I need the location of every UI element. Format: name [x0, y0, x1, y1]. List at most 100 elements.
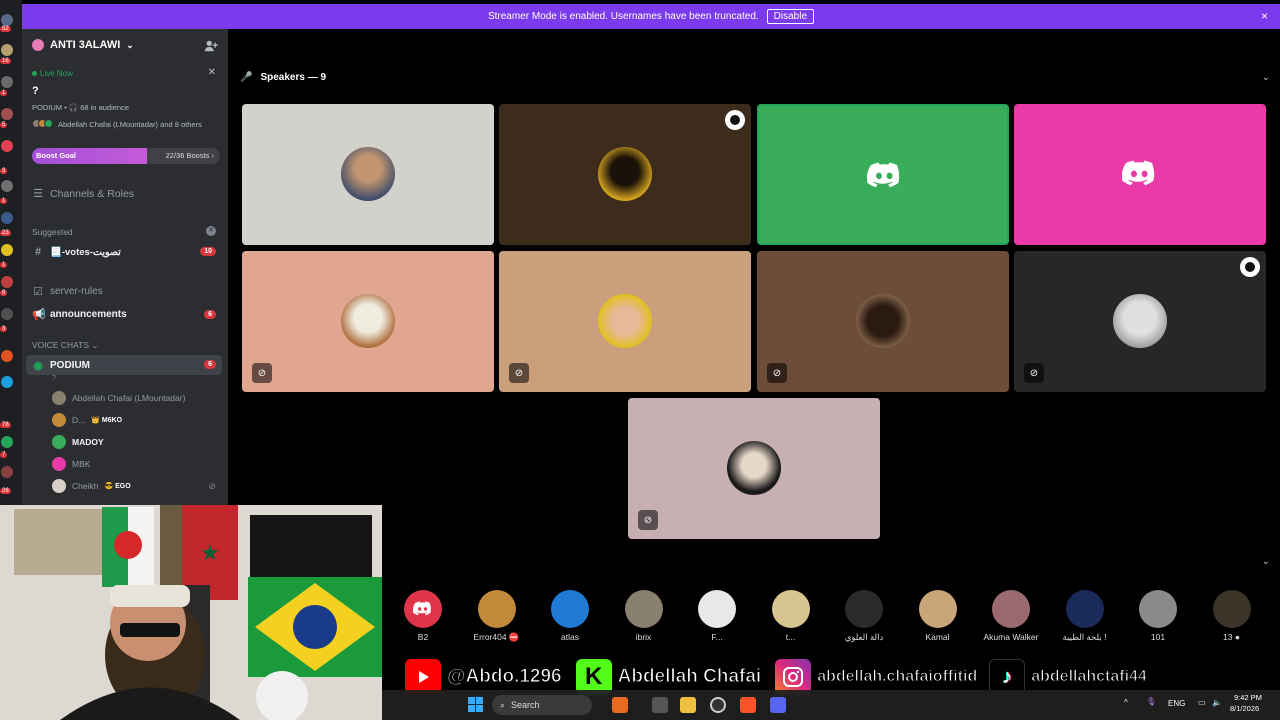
speaker-tile[interactable]: ⊘: [499, 251, 751, 392]
language-indicator[interactable]: ENG: [1168, 699, 1185, 708]
boost-goal-bar[interactable]: Boost Goal 22/36 Boosts ›: [32, 148, 220, 164]
member-name: Cheikh: [72, 481, 99, 491]
audience-member[interactable]: atlas: [540, 590, 600, 642]
speakers-label: Speakers — 9: [260, 72, 327, 83]
kick-handle: Abdellah Chafai: [617, 666, 762, 688]
clock-time[interactable]: 9:42 PM: [1234, 693, 1262, 702]
audience-member[interactable]: Kamal: [908, 590, 968, 642]
network-icon[interactable]: ▭: [1198, 698, 1206, 707]
voice-member[interactable]: MBK: [52, 457, 90, 471]
avatar: [341, 147, 395, 201]
audience-member[interactable]: بلحة الطيبة !: [1055, 590, 1115, 643]
instagram-handle: abdellah.chafaioffitid: [817, 668, 978, 686]
channel-announcements[interactable]: 📢 announcements: [32, 308, 127, 321]
member-tag: 👑 M6KO: [91, 417, 123, 424]
chevron-down-icon: ⌄: [126, 39, 134, 50]
webcam-overlay: ★: [0, 505, 382, 720]
speaker-tile[interactable]: [499, 104, 751, 245]
hashtag-icon: #: [34, 246, 42, 258]
boost-label: Boost Goal: [36, 151, 77, 160]
audience-name: Kamal: [925, 632, 950, 642]
audience-member[interactable]: 101: [1128, 590, 1188, 642]
audience-name: F...: [711, 632, 723, 642]
rail-badge: 1: [0, 198, 8, 204]
server-icon[interactable]: [1, 466, 13, 478]
audience-member[interactable]: t...: [761, 590, 821, 642]
speaker-tile[interactable]: ⊘: [1014, 251, 1266, 392]
audience-name: ibrix: [635, 632, 652, 642]
search-icon: ⌕: [500, 699, 506, 710]
audience-member[interactable]: 13 ●: [1202, 590, 1262, 642]
podium-topic: ?: [52, 375, 56, 382]
channel-votes[interactable]: # 📃-votes-تصويت: [32, 246, 121, 258]
clock-date[interactable]: 8/1/2026: [1230, 704, 1259, 713]
avatar: [856, 294, 910, 348]
invite-member-icon[interactable]: [204, 39, 218, 53]
server-icon[interactable]: [1, 276, 13, 288]
server-icon[interactable]: [1, 14, 13, 26]
server-icon[interactable]: [1, 180, 13, 192]
boost-count: 22/36 Boosts ›: [165, 151, 214, 160]
audience-member[interactable]: B2: [393, 590, 453, 642]
microphone-tray-icon[interactable]: 🎙: [1146, 697, 1156, 706]
avatar: [771, 590, 810, 628]
taskbar-search[interactable]: ⌕ Search: [492, 695, 592, 715]
mic-muted-icon: ⊘: [1024, 363, 1044, 383]
obs-icon[interactable]: [710, 697, 726, 713]
tray-chevron-icon[interactable]: ^: [1124, 698, 1128, 707]
file-explorer-icon[interactable]: [680, 697, 696, 713]
voice-chats-category[interactable]: VOICE CHATS ⌄: [32, 340, 98, 351]
channel-server-rules[interactable]: ☑ server-rules: [32, 285, 103, 298]
speaker-tile[interactable]: [1014, 104, 1266, 245]
volume-icon[interactable]: 🔈: [1212, 698, 1222, 707]
task-view-icon[interactable]: [652, 697, 668, 713]
server-icon[interactable]: [1, 140, 13, 152]
server-icon[interactable]: [1, 436, 13, 448]
rail-badge: 1: [0, 262, 8, 268]
taskbar-app-icon[interactable]: [612, 697, 628, 713]
dismiss-icon[interactable]: ✕: [206, 226, 216, 236]
discord-taskbar-icon[interactable]: [770, 697, 786, 713]
server-icon[interactable]: [1, 212, 13, 224]
voice-member[interactable]: Abdellah Chafai (LMountadar): [52, 391, 185, 405]
server-header[interactable]: ANTI 3ALAWI ⌄: [32, 39, 134, 51]
speaker-tile[interactable]: ⊘: [242, 251, 494, 392]
speaker-tile[interactable]: ⊘: [757, 251, 1009, 392]
voice-member[interactable]: D... 👑 M6KO: [52, 413, 122, 427]
channels-roles-item[interactable]: ☰ Channels & Roles: [32, 187, 134, 201]
server-icon[interactable]: [1, 376, 13, 388]
server-icon[interactable]: [1, 76, 13, 88]
member-name: MBK: [72, 459, 91, 469]
voice-member[interactable]: MADOY: [52, 435, 104, 449]
voice-member[interactable]: Cheikh 😎 EGO: [52, 479, 131, 493]
rules-icon: ☑: [33, 286, 43, 298]
chevron-down-icon[interactable]: ⌄: [1262, 556, 1270, 567]
server-icon[interactable]: [1, 350, 13, 362]
audience-member[interactable]: Error404 ⛔: [467, 590, 527, 643]
windows-start-icon[interactable]: [468, 697, 483, 712]
member-name: MADOY: [72, 437, 104, 447]
server-icon[interactable]: [1, 308, 13, 320]
chevron-down-icon[interactable]: ⌄: [1262, 72, 1270, 83]
speaker-tile[interactable]: [242, 104, 494, 245]
audience-member[interactable]: Akuma Walker: [981, 590, 1041, 642]
microphone-icon: 🎤: [240, 72, 253, 83]
mic-muted-icon: ⊘: [767, 363, 787, 383]
disable-button[interactable]: Disable: [766, 9, 815, 24]
suggested-header: Suggested: [32, 227, 73, 237]
audience-member[interactable]: دالة العلوي: [834, 590, 894, 643]
server-icon[interactable]: [1, 44, 13, 56]
server-icon[interactable]: [1, 108, 13, 120]
audience-member[interactable]: ibrix: [614, 590, 674, 642]
close-icon[interactable]: ✕: [208, 67, 216, 78]
close-icon[interactable]: ×: [1261, 9, 1268, 23]
brave-browser-icon[interactable]: [740, 697, 756, 713]
audience-member[interactable]: F...: [687, 590, 747, 642]
avatar: [845, 590, 883, 628]
speaker-tile[interactable]: ⊘: [628, 398, 880, 539]
speaker-tile-active[interactable]: [757, 104, 1009, 245]
channel-label: server-rules: [50, 286, 103, 297]
search-label: Search: [511, 700, 540, 710]
channel-podium[interactable]: ◉ PODIUM: [32, 359, 90, 372]
server-icon[interactable]: [1, 244, 13, 256]
